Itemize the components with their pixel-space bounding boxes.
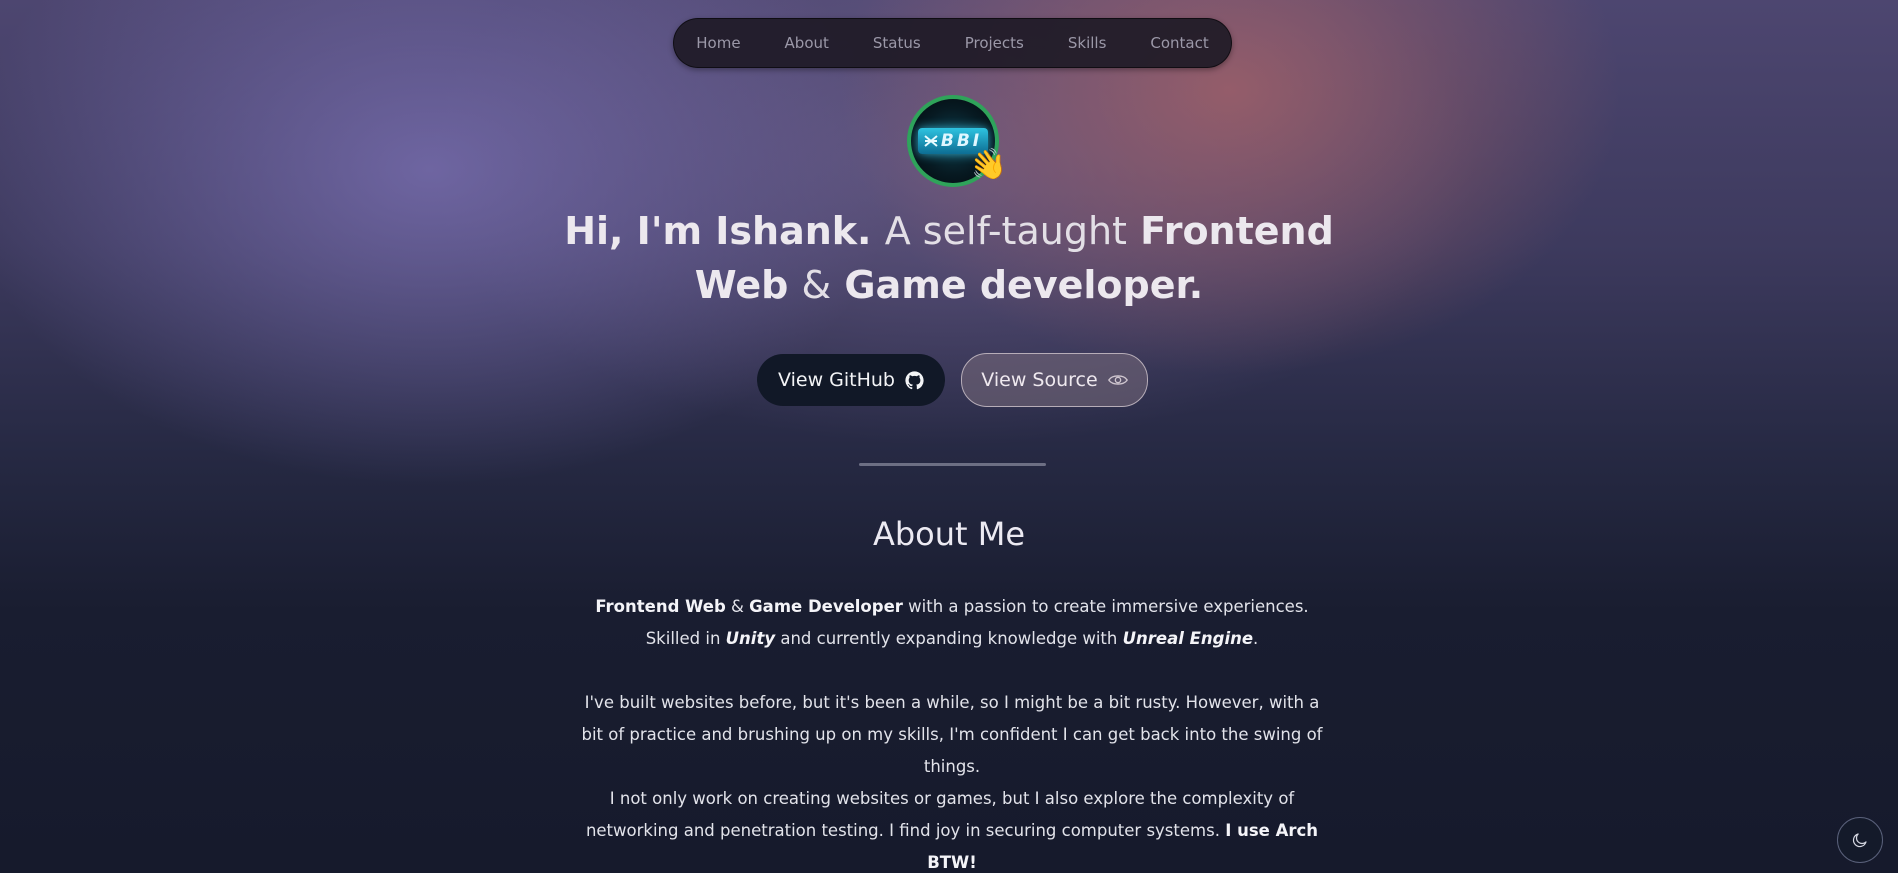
wave-emoji: 👋 <box>966 144 1011 187</box>
nav-item-home[interactable]: Home <box>674 34 762 52</box>
about-p1-end: . <box>1253 629 1259 648</box>
nav-item-contact[interactable]: Contact <box>1128 34 1230 52</box>
avatar-logo-text: BBI <box>940 131 983 151</box>
section-divider <box>859 463 1046 466</box>
hero-role-game: Game developer. <box>844 263 1204 307</box>
hero-tagline: A self-taught <box>884 209 1127 253</box>
about-title: About Me <box>872 515 1026 553</box>
view-github-button[interactable]: View GitHub <box>757 354 945 406</box>
view-source-button[interactable]: View Source <box>961 353 1148 407</box>
about-p3-text: I not only work on creating websites or … <box>585 789 1295 840</box>
about-engine-unity: Unity <box>725 629 776 648</box>
about-paragraph-3: I not only work on creating websites or … <box>578 783 1326 873</box>
about-engine-unreal: Unreal Engine <box>1122 629 1254 648</box>
nav-item-skills[interactable]: Skills <box>1046 34 1129 52</box>
hero-greeting: Hi, I'm Ishank. <box>564 209 872 253</box>
hero-headline: Hi, I'm Ishank. A self-taught Frontend W… <box>549 204 1349 312</box>
github-icon <box>905 370 924 390</box>
moon-icon <box>1852 833 1867 848</box>
hero-ampersand: & <box>801 263 832 307</box>
about-paragraph-1: Frontend Web & Game Developer with a pas… <box>578 591 1326 655</box>
page: Home About Status Projects Skills Contac… <box>0 0 1898 873</box>
eye-icon <box>1107 373 1128 387</box>
theme-toggle-button[interactable] <box>1837 817 1883 863</box>
nav-item-status[interactable]: Status <box>851 34 943 52</box>
logo-mark-icon <box>924 135 938 147</box>
about-paragraph-2: I've built websites before, but it's bee… <box>581 693 1323 776</box>
nav-item-about[interactable]: About <box>763 34 851 52</box>
about-p1-text-2: and currently expanding knowledge with <box>780 629 1118 648</box>
top-nav: Home About Status Projects Skills Contac… <box>673 18 1232 68</box>
about-role-game: Game Developer <box>749 597 903 616</box>
avatar: BBI 👋 <box>907 95 1010 187</box>
view-github-label: View GitHub <box>778 369 895 391</box>
about-role-frontend: Frontend Web <box>595 597 726 616</box>
view-source-label: View Source <box>981 369 1098 391</box>
nav-item-projects[interactable]: Projects <box>943 34 1046 52</box>
about-ampersand: & <box>731 597 744 616</box>
